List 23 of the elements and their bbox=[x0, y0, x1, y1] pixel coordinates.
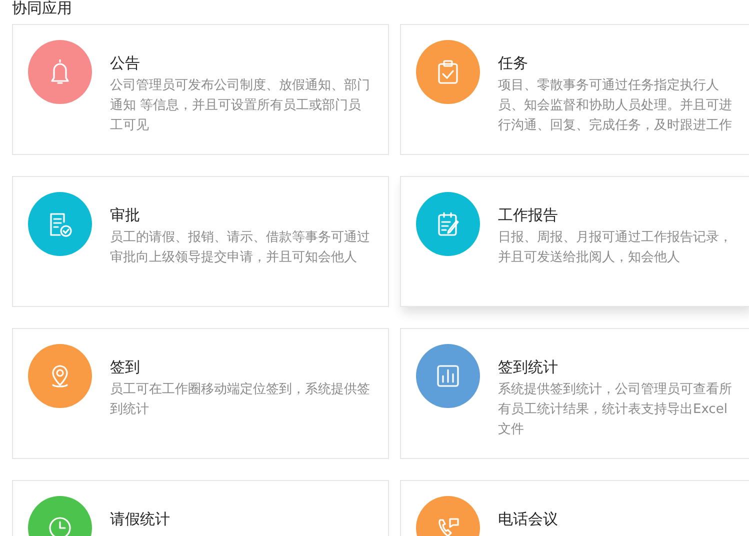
app-title: 工作报告 bbox=[498, 205, 559, 226]
app-title: 任务 bbox=[498, 53, 529, 74]
app-description: 日报、周报、月报可通过工作报告记录，并且可发送给批阅人，知会他人 bbox=[498, 229, 733, 267]
app-card[interactable]: 审批 员工的请假、报销、请示、借款等事务可通过审批向上级领导提交申请，并且可知会他人 bbox=[12, 176, 389, 307]
app-card[interactable]: 任务 项目、零散事务可通过任务指定执行人员、知会监督和协助人员处理。并且可进行沟通、回复、完成任务，及时跟进工作 bbox=[400, 24, 749, 155]
app-card[interactable]: 公告 公司管理员可发布公司制度、放假通知、部门通知 等信息，并且可设置所有员工或部门员工可见 bbox=[12, 24, 389, 155]
app-card[interactable]: 工作报告 日报、周报、月报可通过工作报告记录，并且可发送给批阅人，知会他人 bbox=[400, 176, 749, 307]
app-description: 员工可在工作圈移动端定位签到，系统提供签到统计 bbox=[110, 381, 371, 419]
app-title: 公告 bbox=[110, 53, 141, 74]
app-description: 员工的请假、报销、请示、借款等事务可通过审批向上级领导提交申请，并且可知会他人 bbox=[110, 229, 371, 267]
app-title: 电话会议 bbox=[498, 509, 559, 530]
app-title: 审批 bbox=[110, 205, 141, 226]
app-title: 签到统计 bbox=[498, 357, 559, 378]
section-title: 协同应用 bbox=[11, 0, 73, 19]
app-title: 签到 bbox=[110, 357, 141, 378]
app-card[interactable]: 签到 员工可在工作圈移动端定位签到，系统提供签到统计 bbox=[12, 328, 389, 459]
app-card[interactable]: 签到统计 系统提供签到统计，公司管理员可查看所有员工统计结果，统计表支持导出Excel文件 bbox=[400, 328, 749, 459]
app-card[interactable]: 电话会议 bbox=[400, 480, 749, 536]
app-card[interactable]: 请假统计 bbox=[12, 480, 389, 536]
app-title: 请假统计 bbox=[110, 509, 171, 530]
app-description: 系统提供签到统计，公司管理员可查看所有员工统计结果，统计表支持导出Excel文件 bbox=[498, 381, 733, 439]
app-description: 公司管理员可发布公司制度、放假通知、部门通知 等信息，并且可设置所有员工或部门员工可见 bbox=[110, 77, 371, 135]
app-description: 项目、零散事务可通过任务指定执行人员、知会监督和协助人员处理。并且可进行沟通、回复、完成任务，及时跟进工作 bbox=[498, 77, 733, 135]
